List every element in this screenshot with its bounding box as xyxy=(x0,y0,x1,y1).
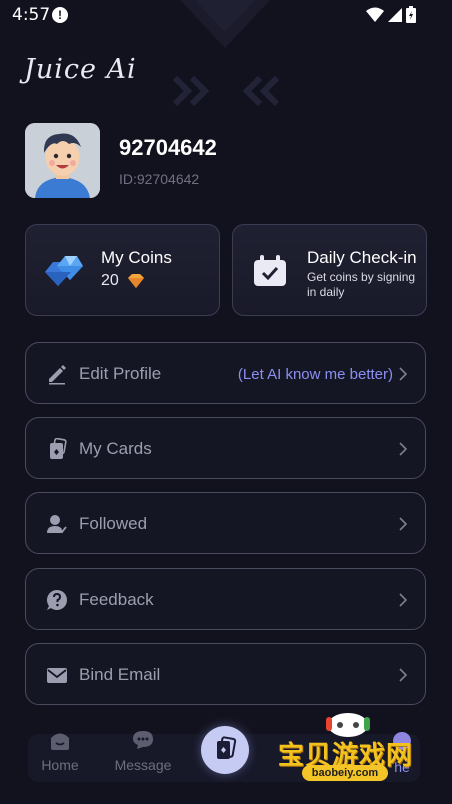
cards-icon xyxy=(50,438,67,459)
chevron-right-icon xyxy=(399,367,407,381)
signal-icon xyxy=(388,7,402,22)
center-cards-button[interactable] xyxy=(201,726,249,774)
edit-profile-hint: (Let AI know me better) xyxy=(237,366,393,383)
wifi-icon xyxy=(366,7,384,22)
daily-checkin-title: Daily Check-in xyxy=(307,248,417,267)
watermark: 宝贝游戏网 baobeiy.com xyxy=(272,708,442,798)
game-controller-icon xyxy=(326,713,370,737)
watermark-url: baobeiy.com xyxy=(302,765,388,781)
status-bar: 4:57 ! xyxy=(0,0,452,30)
alert-icon: ! xyxy=(52,7,68,23)
tab-home[interactable]: Home xyxy=(30,730,90,773)
user-id: ID:92704642 xyxy=(119,171,200,187)
gem-icon xyxy=(128,274,144,288)
tab-home-label: Home xyxy=(41,757,79,773)
question-icon xyxy=(47,590,67,610)
battery-icon xyxy=(406,6,416,23)
home-icon xyxy=(51,733,69,750)
coins-value: 20 xyxy=(101,272,119,289)
my-coins-card[interactable]: My Coins 20 xyxy=(25,224,220,316)
menu-label: Edit Profile xyxy=(79,364,162,383)
menu-followed[interactable]: Followed xyxy=(25,492,426,554)
menu-label: Feedback xyxy=(79,590,154,609)
daily-checkin-card[interactable]: Daily Check-in Get coins by signing in d… xyxy=(232,224,427,316)
tab-message-label: Message xyxy=(114,757,172,773)
pencil-icon xyxy=(49,365,66,385)
avatar-image xyxy=(25,123,100,198)
chevron-right-icon xyxy=(399,668,407,682)
cards-icon xyxy=(217,736,237,759)
message-icon xyxy=(133,731,153,749)
chevron-right-icon xyxy=(399,517,407,531)
avatar[interactable] xyxy=(25,123,100,198)
diamond-stack-icon xyxy=(45,256,83,286)
my-coins-title: My Coins xyxy=(101,248,172,267)
calendar-check-icon xyxy=(254,255,286,286)
status-icons xyxy=(366,6,416,23)
menu-label: Followed xyxy=(79,514,148,533)
tab-message[interactable]: Message xyxy=(113,730,173,773)
status-time: 4:57 xyxy=(12,5,51,25)
user-follow-icon xyxy=(47,515,67,534)
menu-label: Bind Email xyxy=(79,665,161,684)
mail-icon xyxy=(47,668,67,683)
menu-feedback[interactable]: Feedback xyxy=(25,568,426,630)
daily-checkin-subtitle: Get coins by signing in daily xyxy=(307,270,416,299)
menu-label: My Cards xyxy=(79,439,152,458)
menu-my-cards[interactable]: My Cards xyxy=(25,417,426,479)
username: 92704642 xyxy=(119,135,217,160)
menu-edit-profile[interactable]: Edit Profile (Let AI know me better) xyxy=(25,342,426,404)
chevron-right-icon xyxy=(399,442,407,456)
chevron-right-icon xyxy=(399,593,407,607)
app-logo: Juice Ai xyxy=(24,54,137,85)
menu-bind-email[interactable]: Bind Email xyxy=(25,643,426,705)
